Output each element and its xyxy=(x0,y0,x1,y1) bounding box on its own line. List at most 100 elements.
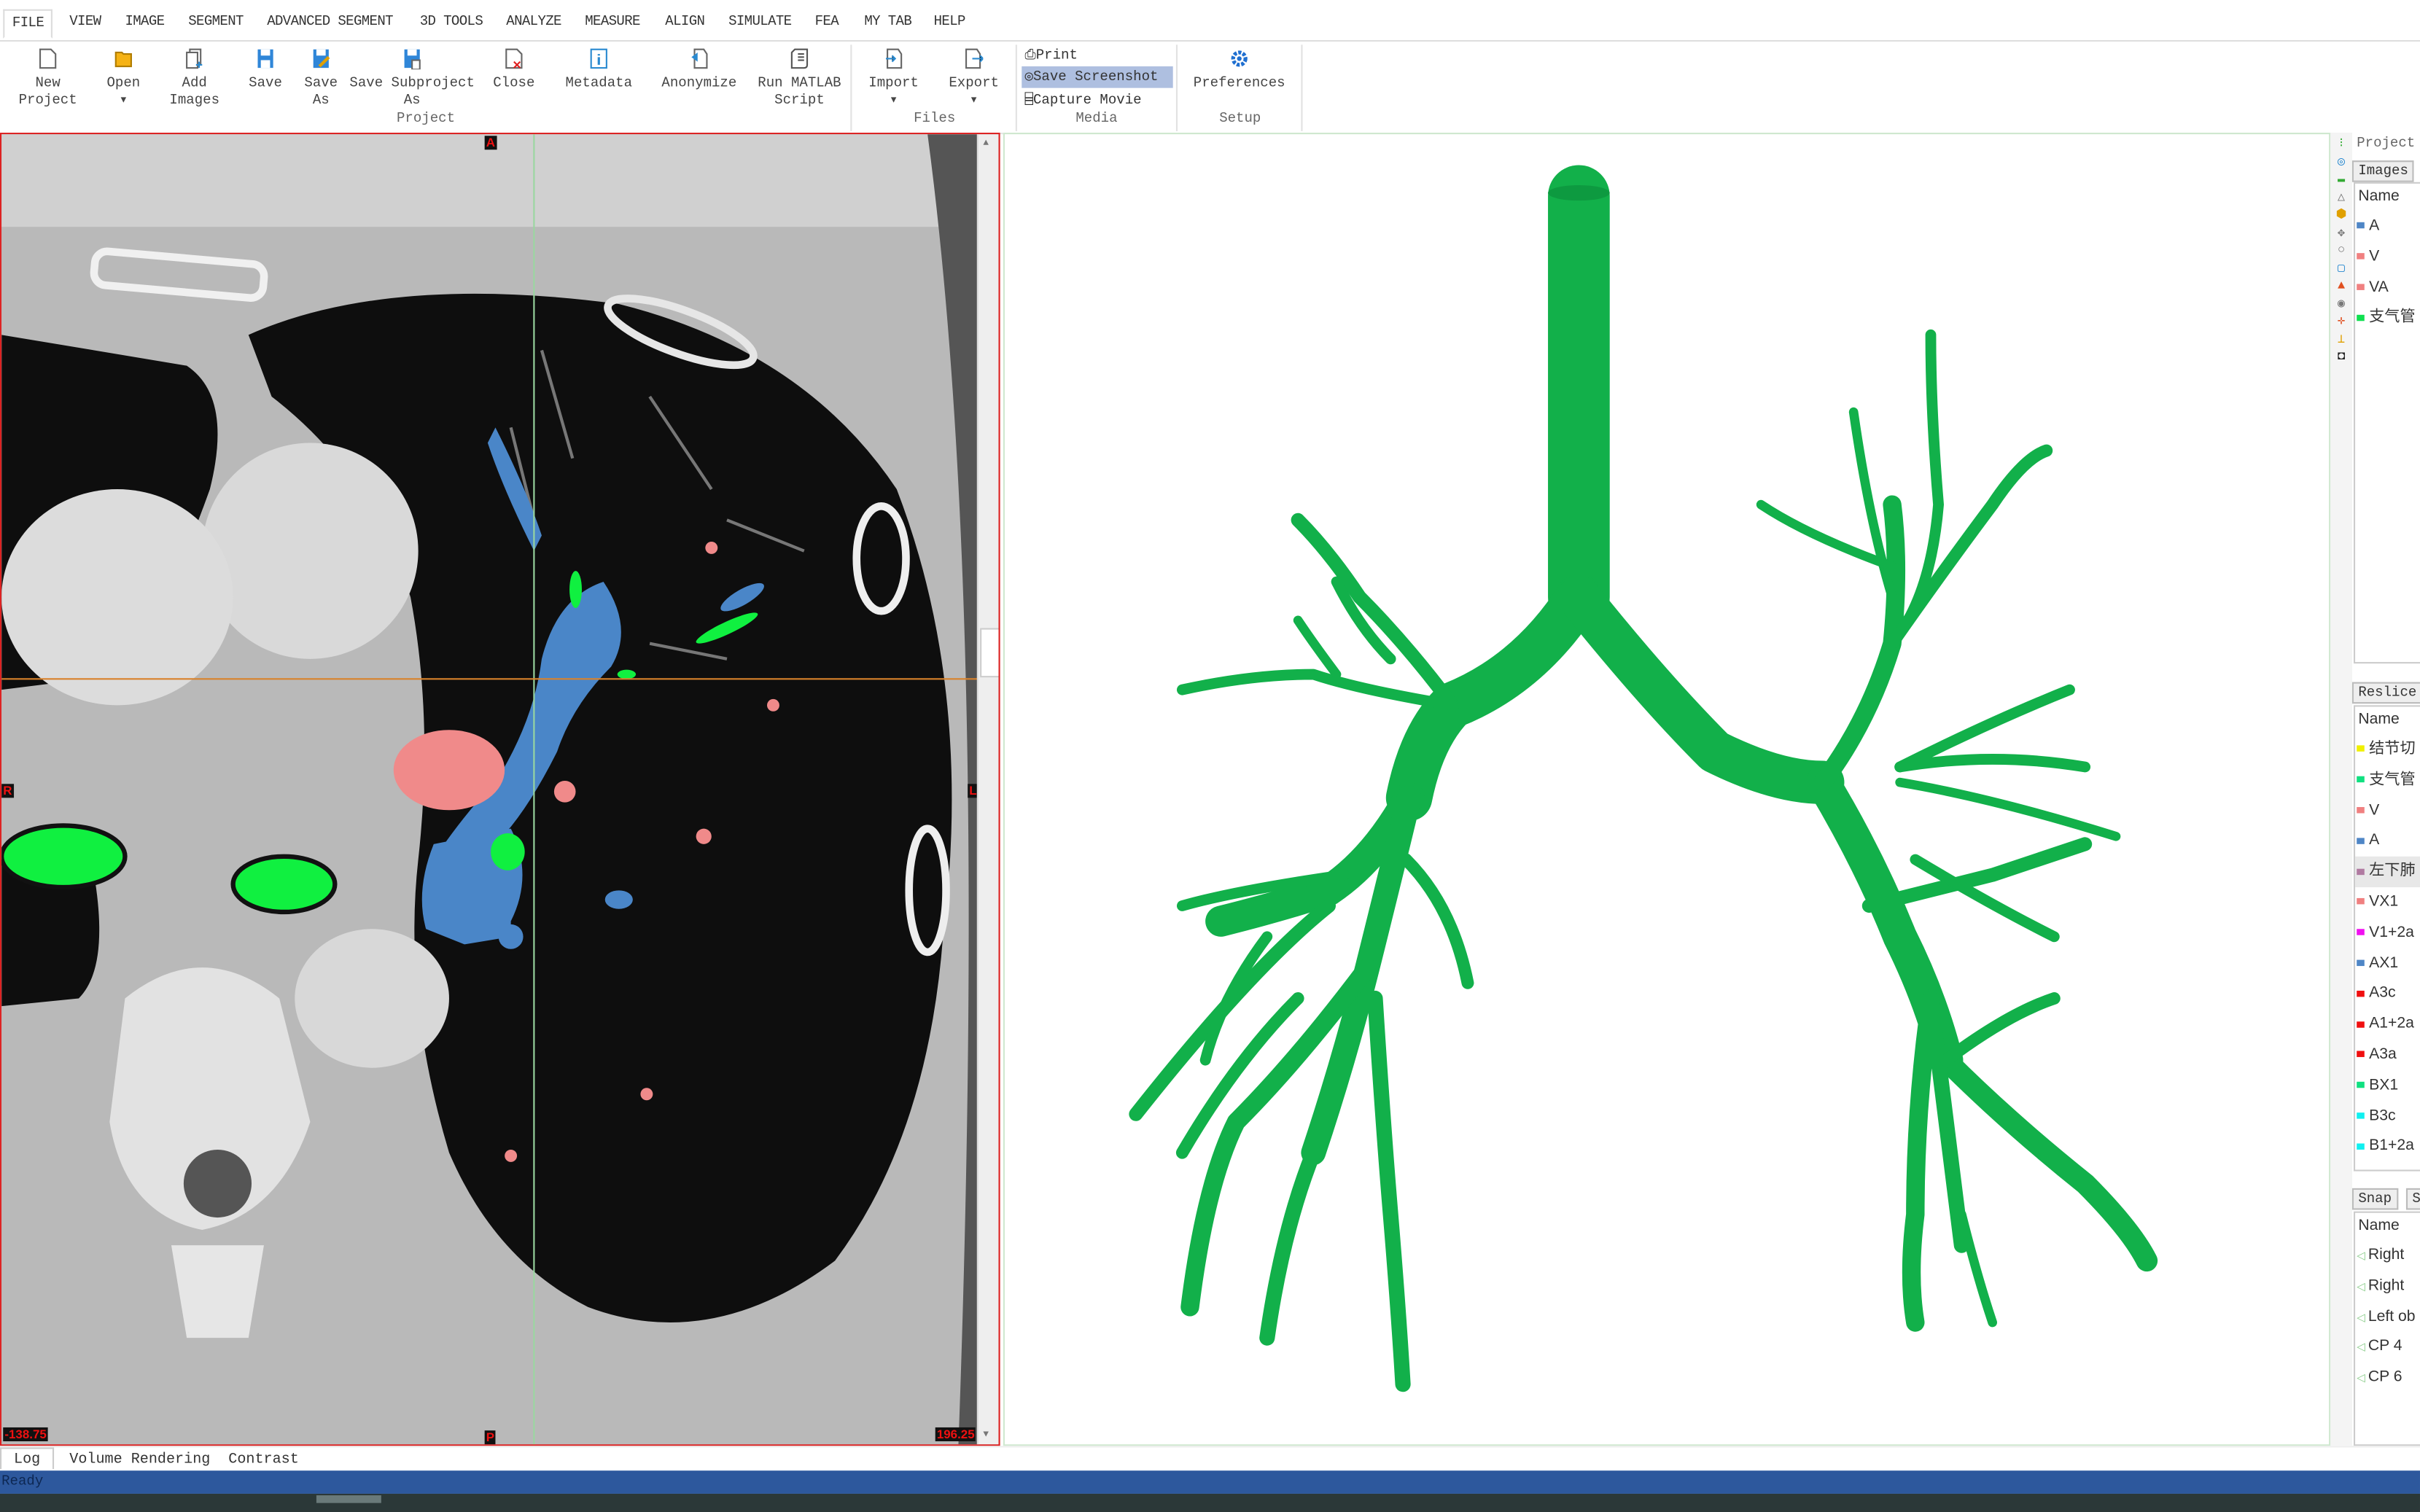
save-screenshot-button[interactable]: ◎Save Screenshot xyxy=(1022,66,1173,88)
tab-log[interactable]: Log xyxy=(0,1447,55,1470)
tab-volume-rendering[interactable]: Volume Rendering xyxy=(69,1451,210,1468)
color-swatch xyxy=(2357,1082,2365,1088)
list-item[interactable]: B3c xyxy=(2355,1101,2420,1131)
list-item[interactable]: 左下肺 xyxy=(2355,857,2420,888)
list-item[interactable]: ◁ Left ob xyxy=(2355,1302,2420,1333)
divider xyxy=(1301,44,1303,131)
tab-help[interactable]: HELP xyxy=(934,14,966,29)
save-as-button[interactable]: Save As xyxy=(303,48,340,110)
list-item[interactable]: B1+2a xyxy=(2355,1131,2420,1162)
shape-icon[interactable]: ⬢ xyxy=(2333,207,2349,225)
slice-icon[interactable]: ▬ xyxy=(2333,171,2349,189)
list-item[interactable]: A1+2a xyxy=(2355,1010,2420,1040)
tab-3d-tools[interactable]: 3D TOOLS xyxy=(420,14,483,29)
save-button[interactable]: Save xyxy=(247,48,284,93)
tab-images[interactable]: Images xyxy=(2351,160,2415,182)
tab-my-tab[interactable]: MY TAB xyxy=(864,14,911,29)
list-item[interactable]: ◁ Right xyxy=(2355,1271,2420,1302)
open-button[interactable]: Open ▾ xyxy=(105,48,142,110)
tab-reslice[interactable]: Reslice xyxy=(2351,682,2420,704)
move-icon[interactable]: ✥ xyxy=(2333,225,2349,242)
capture-movie-button[interactable]: ⌸Capture Movie xyxy=(1022,90,1145,112)
list-item[interactable]: AX1 xyxy=(2355,948,2420,979)
scroll-up-arrow[interactable]: ▲ xyxy=(983,137,989,148)
list-item[interactable]: A3c xyxy=(2355,979,2420,1010)
list-item[interactable]: A xyxy=(2355,211,2420,242)
anonymize-button[interactable]: Anonymize xyxy=(658,48,741,93)
list-item[interactable]: 结节切 xyxy=(2355,735,2420,765)
tab-image[interactable]: IMAGE xyxy=(125,14,165,29)
scroll-down-arrow[interactable]: ▼ xyxy=(983,1429,989,1440)
eye-icon[interactable]: ◉ xyxy=(2333,295,2349,313)
list-item[interactable]: ◁ Right xyxy=(2355,1241,2420,1271)
bronchus-branch xyxy=(1902,989,1940,1332)
run-matlab-script-button[interactable]: Run MATLAB Script xyxy=(756,48,843,110)
tab-advanced-segment[interactable]: ADVANCED SEGMENT xyxy=(267,14,393,29)
tab-simulate[interactable]: SIMULATE xyxy=(728,14,792,29)
print-button[interactable]: ⎙Print xyxy=(1022,44,1081,66)
list-item-label: CP 4 xyxy=(2368,1338,2403,1356)
camera-icon[interactable]: ◘ xyxy=(2333,348,2349,366)
list-item[interactable]: 支气管 xyxy=(2355,765,2420,795)
add-images-button[interactable]: Add Images xyxy=(167,48,222,110)
list-item-label: Left ob xyxy=(2368,1308,2416,1325)
tab-align[interactable]: ALIGN xyxy=(665,14,705,29)
project-label: Project xyxy=(2357,136,2416,152)
divider xyxy=(850,44,852,131)
list-item[interactable]: BX1 xyxy=(2355,1070,2420,1101)
pyramid-icon[interactable]: △ xyxy=(2333,189,2349,206)
metadata-button[interactable]: Metadata xyxy=(561,48,636,93)
color-swatch xyxy=(2357,776,2365,783)
list-item[interactable]: 支气管 xyxy=(2355,303,2420,334)
export-button[interactable]: Export ▾ xyxy=(944,48,1003,110)
ruler-icon[interactable]: ⊥ xyxy=(2333,331,2349,348)
tab-analyze[interactable]: ANALYZE xyxy=(506,14,561,29)
3d-viewer[interactable] xyxy=(1003,133,2331,1446)
reslice-list: Name 结节切 支气管 V A 左下肺 VX1 V1+2a AX1 A3c A1+2a A3a BX… xyxy=(2353,705,2420,1172)
bronchus-branch xyxy=(1293,615,1342,679)
tab-file[interactable]: FILE xyxy=(3,9,53,39)
tab-snap[interactable]: Snap xyxy=(2351,1188,2398,1210)
close-button[interactable]: Close xyxy=(491,48,537,93)
grid-icon[interactable]: ⁝ xyxy=(2333,136,2349,153)
rotate-icon[interactable]: ○ xyxy=(2333,242,2349,260)
list-item-label: 左下肺 xyxy=(2369,862,2416,880)
bronchus-branch xyxy=(1956,1209,1998,1328)
color-icon[interactable]: ▲ xyxy=(2333,278,2349,295)
list-item[interactable]: A xyxy=(2355,826,2420,857)
list-item[interactable]: A3a xyxy=(2355,1040,2420,1071)
list-item[interactable]: VA xyxy=(2355,273,2420,303)
tab-measure[interactable]: MEASURE xyxy=(585,14,640,29)
slice-viewer[interactable]: A R L P -138.75 196.25 ▲ ▼ xyxy=(0,133,1000,1446)
import-button[interactable]: Import ▾ xyxy=(868,48,920,110)
list-item-label: Right xyxy=(2368,1247,2405,1264)
label: Open xyxy=(106,75,141,91)
new-project-button[interactable]: New Project xyxy=(15,48,80,110)
axes-icon[interactable]: ✛ xyxy=(2333,313,2349,331)
list-item[interactable]: V xyxy=(2355,242,2420,273)
preferences-button[interactable]: Preferences xyxy=(1188,48,1291,93)
tab-fea[interactable]: FEA xyxy=(815,14,839,29)
list-item[interactable]: V xyxy=(2355,795,2420,826)
list-item[interactable]: ◁ CP 6 xyxy=(2355,1363,2420,1393)
cube-icon[interactable]: ▢ xyxy=(2333,260,2349,278)
list-item[interactable]: ◁ CP 4 xyxy=(2355,1333,2420,1363)
link-icon[interactable]: ◎ xyxy=(2333,154,2349,171)
save-subproject-as-button[interactable]: Save Subproject As xyxy=(349,48,475,110)
gear-icon xyxy=(1231,50,1248,67)
tab-view[interactable]: VIEW xyxy=(69,14,101,29)
slice-scrollbar[interactable]: ▲ ▼ xyxy=(976,134,999,1445)
scrollbar-thumb[interactable] xyxy=(980,628,999,678)
color-swatch xyxy=(2357,837,2365,844)
tab-contrast[interactable]: Contrast xyxy=(228,1451,299,1468)
list-item-label: B3c xyxy=(2369,1107,2396,1125)
list-item[interactable]: V1+2a xyxy=(2355,918,2420,948)
taskbar-item[interactable] xyxy=(316,1495,381,1503)
list-item-label: BX1 xyxy=(2369,1076,2399,1094)
color-swatch xyxy=(2357,898,2365,905)
tab-segment[interactable]: SEGMENT xyxy=(188,14,244,29)
dropdown-arrow: ▾ xyxy=(889,93,898,109)
color-swatch xyxy=(2357,1021,2365,1027)
list-item[interactable]: VX1 xyxy=(2355,887,2420,918)
tab-second[interactable]: S xyxy=(2405,1188,2420,1210)
